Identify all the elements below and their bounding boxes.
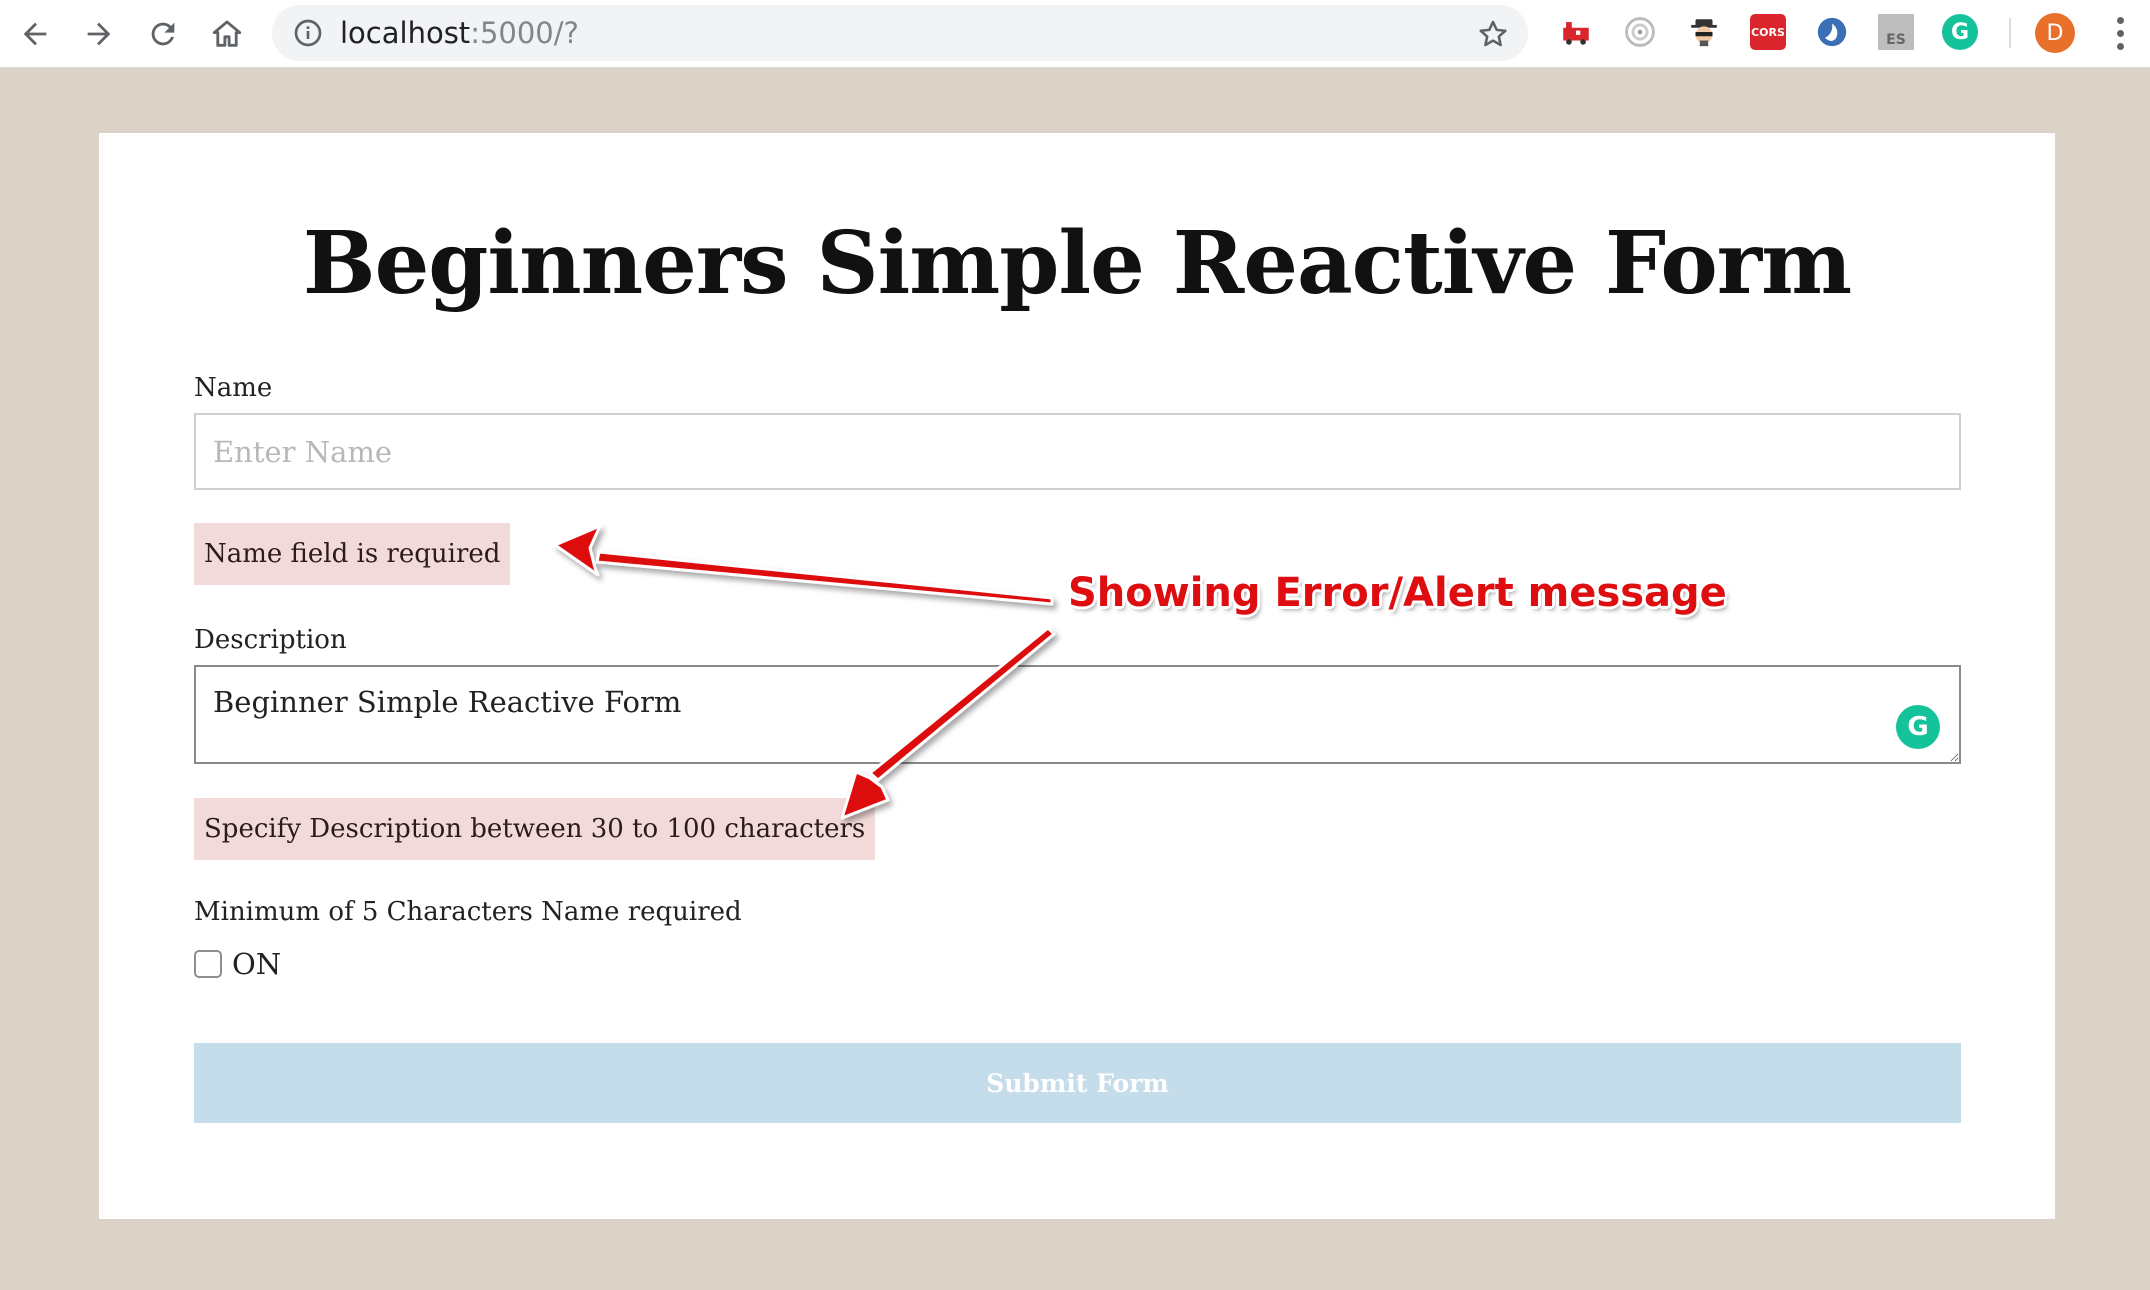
train-extension-icon[interactable] bbox=[1558, 14, 1594, 50]
target-extension-icon[interactable] bbox=[1622, 14, 1658, 50]
description-label: Description bbox=[194, 625, 347, 655]
description-error-alert: Specify Description between 30 to 100 ch… bbox=[194, 798, 876, 860]
name-error-alert: Name field is required bbox=[194, 523, 511, 585]
address-bar[interactable]: localhost:5000/? bbox=[272, 5, 1528, 61]
annotation-label: Showing Error/Alert message bbox=[1068, 570, 1727, 616]
cors-extension-icon[interactable]: CORS bbox=[1750, 14, 1786, 50]
checkbox-heading: Minimum of 5 Characters Name required bbox=[194, 897, 742, 927]
name-label: Name bbox=[194, 373, 273, 403]
toolbar-separator bbox=[2009, 18, 2011, 48]
grammarly-extension-icon[interactable]: G bbox=[1942, 14, 1978, 50]
arrow-left-icon bbox=[23, 22, 47, 46]
form-card: Beginners Simple Reactive Form Name Name… bbox=[99, 133, 2055, 1219]
star-icon[interactable] bbox=[1476, 17, 1510, 51]
reload-icon bbox=[151, 22, 175, 46]
browser-toolbar: localhost:5000/? CORS ES G D bbox=[0, 0, 2150, 68]
url-text[interactable]: localhost:5000/? bbox=[340, 5, 579, 61]
url-host: localhost bbox=[340, 16, 471, 50]
submit-form-button[interactable]: Submit Form bbox=[194, 1043, 1961, 1123]
page-title: Beginners Simple Reactive Form bbox=[302, 213, 1852, 314]
checkbox-label: ON bbox=[232, 947, 282, 981]
forward-button[interactable] bbox=[76, 11, 122, 57]
info-icon[interactable] bbox=[292, 17, 324, 49]
name-input[interactable] bbox=[194, 413, 1961, 490]
arrow-right-icon bbox=[87, 22, 111, 46]
home-button[interactable] bbox=[204, 11, 250, 57]
min-length-checkbox[interactable] bbox=[194, 950, 222, 978]
menu-kebab-icon[interactable] bbox=[2104, 13, 2136, 53]
reload-button[interactable] bbox=[140, 11, 186, 57]
url-path: :5000/? bbox=[470, 16, 579, 50]
checkbox-row[interactable]: ON bbox=[194, 947, 281, 981]
back-button[interactable] bbox=[12, 11, 58, 57]
grammarly-icon[interactable]: G bbox=[1896, 705, 1940, 749]
profile-avatar[interactable]: D bbox=[2035, 13, 2075, 53]
swirl-extension-icon[interactable] bbox=[1814, 14, 1850, 50]
spy-extension-icon[interactable] bbox=[1686, 14, 1722, 50]
description-textarea[interactable] bbox=[194, 665, 1961, 764]
es-extension-icon[interactable]: ES bbox=[1878, 14, 1914, 50]
home-icon bbox=[212, 20, 242, 47]
